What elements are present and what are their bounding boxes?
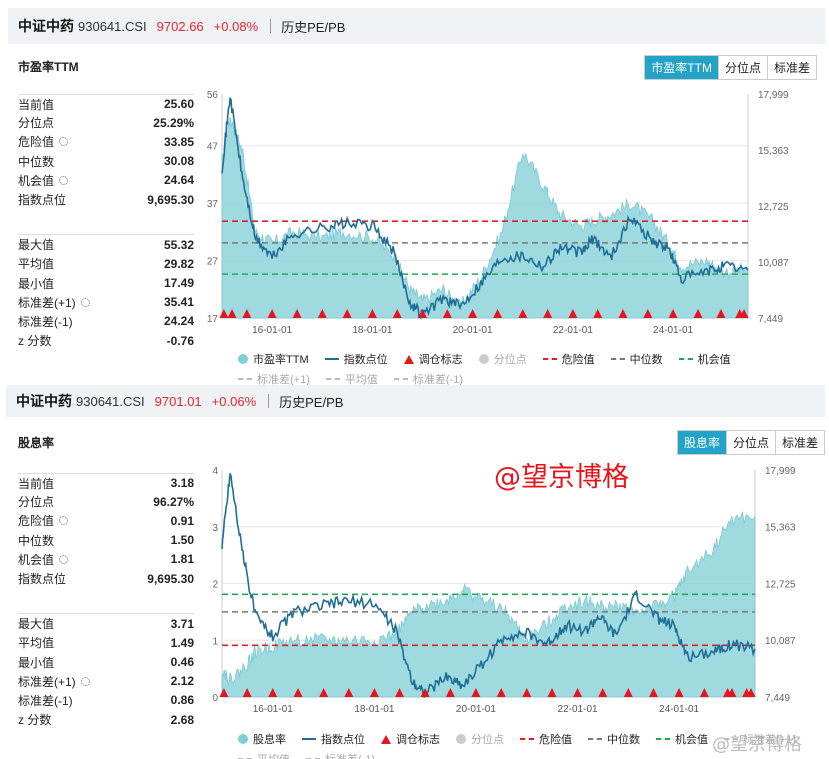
legend-dashed-line-icon — [520, 738, 534, 740]
legend-label: 标准差(-1) — [325, 751, 375, 759]
pe-chart: 17 27 37 47 56 7,449 10,087 12,725 15,363 17,999 1… — [207, 90, 789, 336]
legend-item[interactable]: 股息率 — [238, 731, 286, 747]
legend-triangle-icon — [381, 734, 391, 744]
y2-tick-label: 10,087 — [758, 258, 789, 269]
x-tick-label: 16-01-01 — [253, 704, 293, 715]
y-tick-label: 2 — [212, 580, 218, 591]
legend-item[interactable]: 调仓标志 — [381, 731, 440, 747]
y2-tick-label: 17,999 — [765, 466, 796, 477]
dividend-chart: 0 1 2 3 4 7,449 10,087 12,725 15,363 17,999 16-01-… — [212, 466, 796, 715]
pe-panel: 中证中药 930641.CSI 9702.66 +0.08% 历史PE/PB 市… — [0, 0, 829, 386]
legend-label: 危险值 — [561, 354, 595, 366]
x-tick-label: 22-01-01 — [558, 704, 598, 715]
legend-item[interactable]: 调仓标志 — [403, 351, 463, 367]
x-tick-label: 24-01-01 — [659, 704, 699, 715]
legend-dashed-line-icon — [238, 378, 252, 380]
legend-item[interactable]: 分位点 — [478, 351, 527, 367]
y2-tick-label: 15,363 — [758, 146, 789, 157]
x-tick-label: 18-01-01 — [354, 704, 394, 715]
area-series — [221, 116, 749, 319]
legend-label: 市盈率TTM — [253, 354, 309, 366]
legend-label: 股息率 — [253, 734, 286, 746]
legend-item[interactable]: 指数点位 — [302, 731, 365, 747]
legend-dashed-line-icon — [656, 738, 670, 740]
legend-item[interactable]: 指数点位 — [324, 351, 388, 367]
dividend-panel: 中证中药 930641.CSI 9701.01 +0.06% 历史PE/PB 股… — [0, 385, 829, 759]
y-tick-label: 37 — [207, 199, 219, 210]
legend-dot-icon — [238, 734, 248, 744]
legend-item[interactable]: 中位数 — [588, 731, 640, 747]
legend-label: 分位点 — [493, 354, 527, 366]
legend-label: 中位数 — [607, 734, 640, 746]
y-tick-label: 56 — [207, 90, 219, 101]
legend-dashed-line-icon — [325, 378, 340, 380]
legend-label: 机会值 — [675, 734, 708, 746]
legend-item[interactable]: 危险值 — [520, 731, 572, 747]
legend-dot-icon — [456, 734, 466, 744]
legend-dashed-line-icon — [588, 738, 602, 740]
legend-item[interactable]: 市盈率TTM — [238, 351, 309, 367]
y-tick-label: 4 — [212, 466, 218, 477]
legend-line-icon — [324, 358, 339, 360]
legend-dashed-line-icon — [678, 358, 693, 360]
y-tick-label: 0 — [212, 693, 218, 704]
x-tick-label: 18-01-01 — [352, 325, 392, 336]
y-tick-label: 47 — [207, 142, 219, 153]
legend-label: 中位数 — [629, 354, 663, 366]
watermark-small: @望京博格 — [712, 734, 802, 755]
legend-triangle-icon — [403, 354, 414, 364]
y-tick-label: 3 — [212, 523, 218, 534]
legend-label: 危险值 — [539, 734, 572, 746]
legend-item[interactable]: 机会值 — [656, 731, 708, 747]
legend-line-icon — [302, 738, 316, 740]
legend-dot-icon — [478, 354, 489, 364]
y-tick-label: 17 — [207, 314, 219, 325]
legend-label: 机会值 — [697, 354, 731, 366]
y2-tick-label: 10,087 — [765, 636, 796, 647]
area-series — [221, 510, 756, 698]
y-tick-label: 27 — [207, 257, 219, 268]
legend-label: 指数点位 — [343, 354, 388, 366]
x-tick-label: 20-01-01 — [456, 704, 496, 715]
legend-label: 调仓标志 — [396, 734, 440, 746]
x-tick-label: 16-01-01 — [252, 325, 292, 336]
x-tick-label: 20-01-01 — [453, 325, 493, 336]
x-tick-label: 22-01-01 — [553, 325, 593, 336]
y-tick-label: 1 — [212, 636, 218, 647]
legend-label: 平均值 — [257, 751, 290, 759]
legend-item[interactable]: 标准差(-1) — [306, 751, 375, 759]
legend-dashed-line-icon — [610, 358, 625, 360]
legend-label: 分位点 — [471, 734, 504, 746]
legend-dot-icon — [238, 354, 248, 364]
legend-label: 调仓标志 — [418, 354, 463, 366]
legend-item[interactable]: 平均值 — [238, 751, 290, 759]
y2-tick-label: 7,449 — [758, 314, 783, 325]
y2-tick-label: 15,363 — [765, 523, 796, 534]
legend-item[interactable]: 中位数 — [610, 351, 663, 367]
y2-tick-label: 7,449 — [765, 693, 790, 704]
legend-label: 指数点位 — [321, 734, 365, 746]
legend-item[interactable]: 机会值 — [678, 351, 731, 367]
chart-legend: 市盈率TTM 指数点位 调仓标志 分位点 危险值 中位数 机会值 标准差(+1) 平均值 标准差(… — [238, 351, 798, 387]
legend-dashed-line-icon — [542, 358, 557, 360]
watermark-text: @望京博格 — [494, 462, 629, 493]
y2-tick-label: 12,725 — [758, 202, 789, 213]
y2-tick-label: 12,725 — [765, 579, 796, 590]
legend-item[interactable]: 危险值 — [542, 351, 595, 367]
legend-item[interactable]: 分位点 — [456, 731, 504, 747]
y2-tick-label: 17,999 — [758, 90, 789, 101]
legend-dashed-line-icon — [393, 378, 408, 380]
x-tick-label: 24-01-01 — [653, 325, 693, 336]
